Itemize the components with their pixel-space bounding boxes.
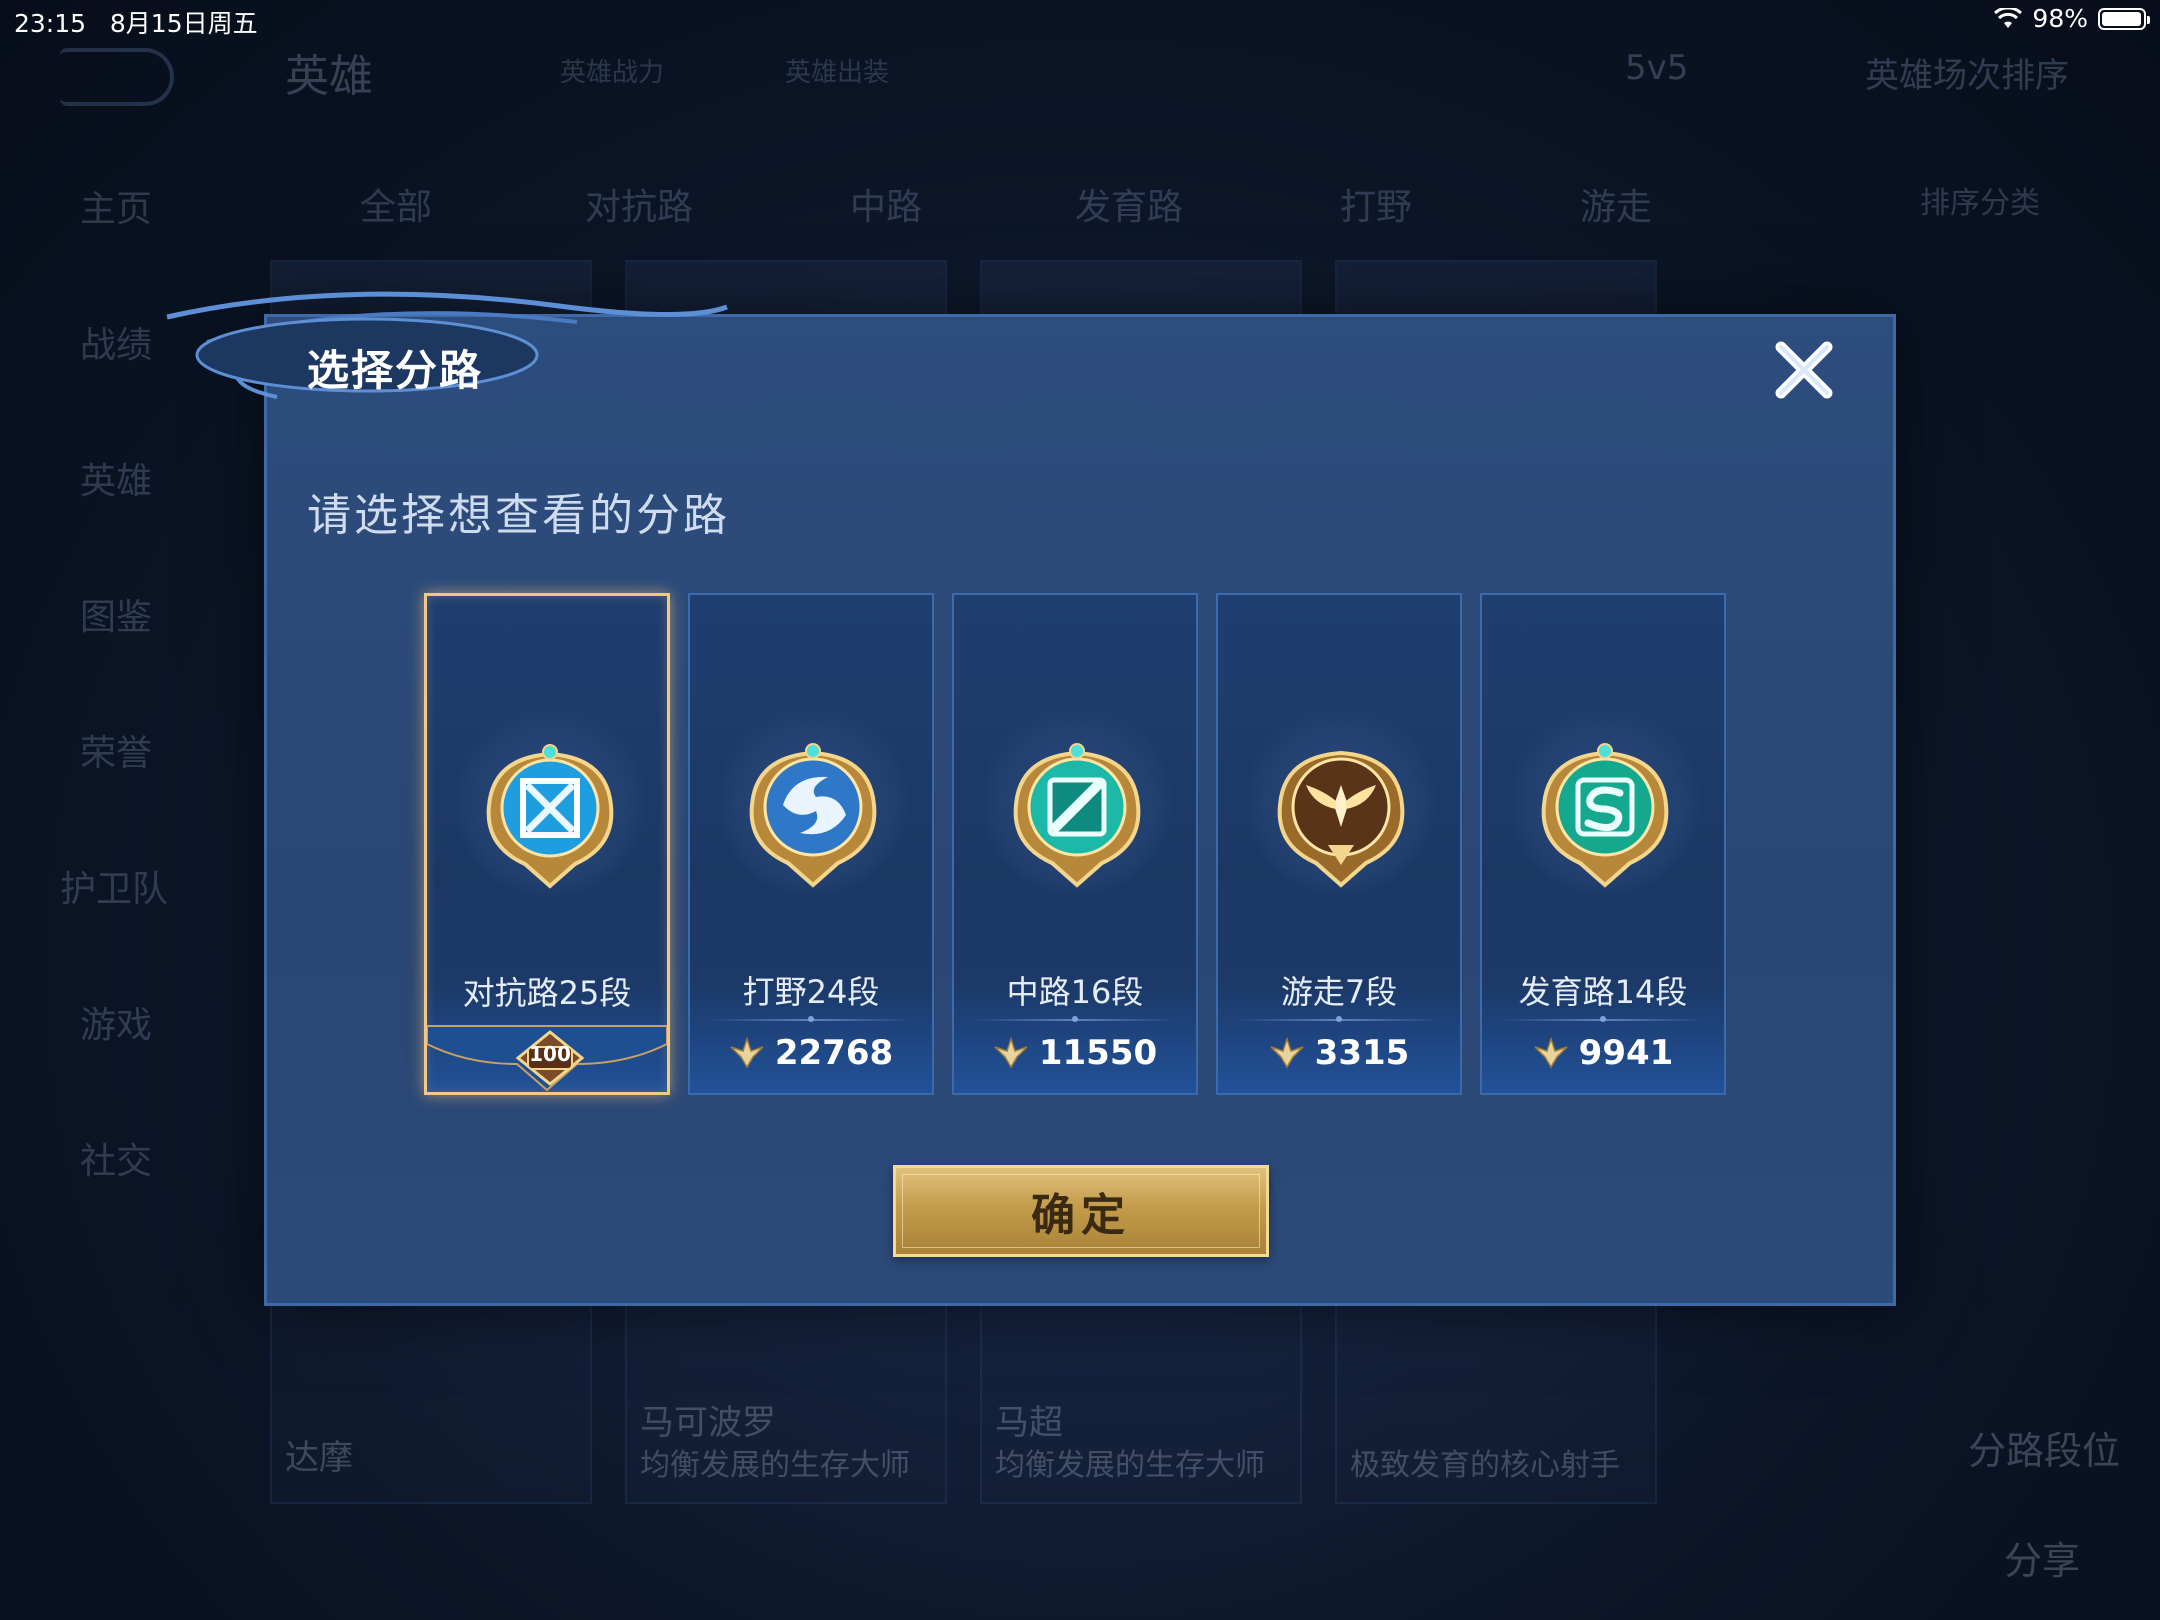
lane-divider xyxy=(708,1016,914,1022)
hero-desc: 极致发育的核心射手 xyxy=(1350,1448,1620,1483)
combat-power-icon xyxy=(1534,1037,1568,1069)
lane-score: 22768 xyxy=(690,1033,932,1073)
clash-lane-emblem-icon xyxy=(486,744,614,889)
roam-emblem-icon xyxy=(1277,750,1405,888)
combat-power-icon xyxy=(994,1037,1028,1069)
lane-name: 对抗路25段 xyxy=(462,974,632,1012)
mid-lane-emblem-icon xyxy=(1013,743,1141,888)
lane-option-roam[interactable]: 游走7段 3315 xyxy=(1216,593,1462,1095)
lane-score: 11550 xyxy=(954,1033,1196,1073)
sidebar-item-atlas[interactable]: 图鉴 xyxy=(80,588,152,640)
tab-farm[interactable]: 发育路 xyxy=(1075,178,1183,230)
top-link-power[interactable]: 英雄战力 xyxy=(560,52,664,89)
jungle-emblem-icon xyxy=(749,743,877,888)
sidebar-item-social[interactable]: 社交 xyxy=(80,1132,152,1184)
lane-divider xyxy=(972,1016,1178,1022)
lane-name: 打野24段 xyxy=(742,973,880,1011)
lane-rank-button[interactable]: 分路段位 xyxy=(1968,1420,2120,1475)
score-value: 11550 xyxy=(1038,1033,1158,1073)
lane-option-farm[interactable]: 发育路14段 9941 xyxy=(1480,593,1726,1095)
tab-clash[interactable]: 对抗路 xyxy=(585,178,693,230)
score-value: 3315 xyxy=(1314,1033,1410,1073)
sidebar-item-record[interactable]: 战绩 xyxy=(80,316,152,368)
lane-score: 9941 xyxy=(1482,1033,1724,1073)
status-bar: 23:15 8月15日周五 98% xyxy=(0,0,2160,40)
dialog-title: 选择分路 xyxy=(307,346,484,395)
sort-select[interactable]: 英雄场次排序 xyxy=(1865,48,2069,97)
tab-roam[interactable]: 游走 xyxy=(1580,178,1652,230)
hero-desc: 均衡发展的生存大师 xyxy=(640,1448,910,1483)
date: 8月15日周五 xyxy=(109,9,258,38)
lane-divider xyxy=(1500,1016,1706,1022)
sidebar-item-hero[interactable]: 英雄 xyxy=(80,452,152,504)
sidebar-item-home[interactable]: 主页 xyxy=(80,180,152,232)
wifi-icon xyxy=(1994,7,2023,28)
sidebar-item-honor[interactable]: 荣誉 xyxy=(80,724,152,776)
score-value: 9941 xyxy=(1578,1033,1674,1073)
top-link-build[interactable]: 英雄出装 xyxy=(785,52,889,89)
lane-score: 3315 xyxy=(1218,1033,1460,1073)
hero-name: 马超 xyxy=(995,1403,1063,1443)
sidebar-item-guard[interactable]: 护卫队 xyxy=(60,860,168,912)
tab-mid[interactable]: 中路 xyxy=(850,178,922,230)
mode-select[interactable]: 5v5 xyxy=(1625,48,1688,88)
rank-badge: 100 xyxy=(510,1030,590,1086)
sidebar-item-game[interactable]: 游戏 xyxy=(80,996,152,1048)
confirm-label: 确定 xyxy=(1031,1190,1131,1241)
lane-option-mid[interactable]: 中路16段 11550 xyxy=(952,593,1198,1095)
tab-all[interactable]: 全部 xyxy=(360,178,432,230)
lane-divider xyxy=(1236,1016,1442,1022)
hero-desc: 均衡发展的生存大师 xyxy=(995,1448,1265,1483)
farm-lane-emblem-icon xyxy=(1541,743,1669,888)
dialog-subtitle: 请选择想查看的分路 xyxy=(307,490,730,541)
share-button[interactable]: 分享 xyxy=(2004,1530,2080,1585)
score-value: 22768 xyxy=(774,1033,894,1073)
status-indicators: 98% xyxy=(1994,4,2150,33)
battery-icon xyxy=(2098,7,2150,30)
page-title: 英雄 xyxy=(285,51,373,102)
tab-sort-category[interactable]: 排序分类 xyxy=(1920,178,2040,222)
clock: 23:15 xyxy=(14,9,87,38)
battery-fill xyxy=(2102,11,2142,26)
lane-option-clash[interactable]: 对抗路25段 100 xyxy=(424,593,670,1095)
hero-name: 达摩 xyxy=(285,1438,353,1478)
close-icon[interactable] xyxy=(1769,335,1839,405)
lane-name: 发育路14段 xyxy=(1518,973,1688,1011)
combat-power-icon xyxy=(730,1037,764,1069)
status-time: 23:15 8月15日周五 xyxy=(14,4,258,40)
hero-name: 马可波罗 xyxy=(640,1403,776,1443)
combat-power-icon xyxy=(1270,1037,1304,1069)
confirm-button[interactable]: 确定 xyxy=(893,1165,1269,1257)
rank-badge-value: 100 xyxy=(529,1042,571,1066)
lane-option-jungle[interactable]: 打野24段 22768 xyxy=(688,593,934,1095)
lane-select-dialog: 选择分路 请选择想查看的分路 对抗路25段 100 打野24段 22768 中路… xyxy=(166,291,1896,1306)
lane-name: 游走7段 xyxy=(1280,973,1398,1011)
battery-percent: 98% xyxy=(2032,4,2088,33)
tab-jungle[interactable]: 打野 xyxy=(1340,178,1412,230)
lane-option-list: 对抗路25段 100 打野24段 22768 中路16段 11550 游走7段 … xyxy=(424,593,1726,1095)
lane-name: 中路16段 xyxy=(1006,973,1144,1011)
back-icon[interactable] xyxy=(60,48,174,106)
